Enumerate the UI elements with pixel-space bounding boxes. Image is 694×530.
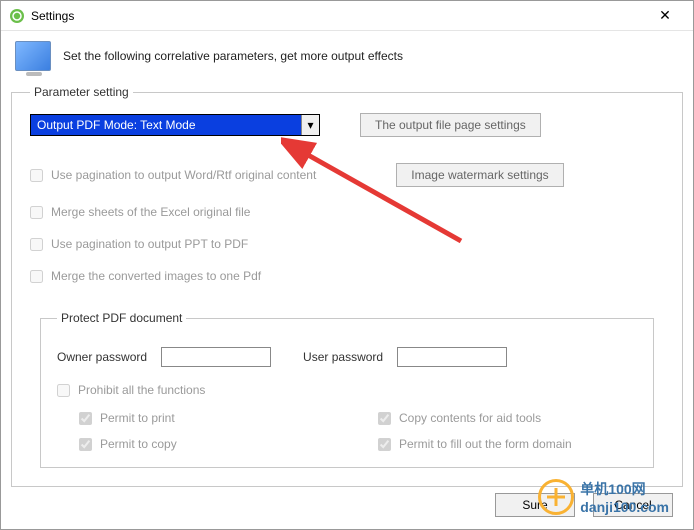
monitor-icon bbox=[15, 41, 51, 71]
owner-password-input[interactable] bbox=[161, 347, 271, 367]
user-password-label: User password bbox=[303, 350, 383, 364]
watermark-settings-button[interactable]: Image watermark settings bbox=[396, 163, 563, 187]
permit-print-label: Permit to print bbox=[100, 411, 175, 425]
chevron-down-icon: ▾ bbox=[301, 115, 319, 135]
prohibit-all-checkbox[interactable]: Prohibit all the functions bbox=[57, 383, 637, 397]
pagination-word-checkbox[interactable]: Use pagination to output Word/Rtf origin… bbox=[30, 168, 316, 182]
pagination-word-label: Use pagination to output Word/Rtf origin… bbox=[51, 168, 316, 182]
permit-form-label: Permit to fill out the form domain bbox=[399, 437, 572, 451]
permit-print-checkbox: Permit to print bbox=[79, 411, 338, 425]
header-description: Set the following correlative parameters… bbox=[63, 49, 403, 63]
pagination-ppt-label: Use pagination to output PPT to PDF bbox=[51, 237, 248, 251]
permit-form-checkbox: Permit to fill out the form domain bbox=[378, 437, 637, 451]
parameter-legend: Parameter setting bbox=[30, 85, 133, 99]
prohibit-all-label: Prohibit all the functions bbox=[78, 383, 205, 397]
app-icon bbox=[9, 8, 25, 24]
sure-button[interactable]: Sure bbox=[495, 493, 575, 517]
merge-excel-label: Merge sheets of the Excel original file bbox=[51, 205, 250, 219]
copy-aid-checkbox: Copy contents for aid tools bbox=[378, 411, 637, 425]
merge-images-checkbox[interactable]: Merge the converted images to one Pdf bbox=[30, 269, 664, 283]
permit-copy-label: Permit to copy bbox=[100, 437, 177, 451]
dropdown-selected: Output PDF Mode: Text Mode bbox=[31, 118, 301, 132]
merge-images-label: Merge the converted images to one Pdf bbox=[51, 269, 261, 283]
close-icon[interactable]: ✕ bbox=[645, 7, 685, 24]
copy-aid-label: Copy contents for aid tools bbox=[399, 411, 541, 425]
parameter-setting-group: Parameter setting Output PDF Mode: Text … bbox=[11, 85, 683, 487]
cancel-button[interactable]: Cancel bbox=[593, 493, 673, 517]
pagination-ppt-checkbox[interactable]: Use pagination to output PPT to PDF bbox=[30, 237, 664, 251]
output-pdf-mode-dropdown[interactable]: Output PDF Mode: Text Mode ▾ bbox=[30, 114, 320, 136]
protect-legend: Protect PDF document bbox=[57, 311, 186, 325]
permit-copy-checkbox: Permit to copy bbox=[79, 437, 338, 451]
protect-pdf-group: Protect PDF document Owner password User… bbox=[40, 311, 654, 468]
page-settings-button[interactable]: The output file page settings bbox=[360, 113, 541, 137]
window-title: Settings bbox=[31, 9, 645, 23]
user-password-input[interactable] bbox=[397, 347, 507, 367]
owner-password-label: Owner password bbox=[57, 350, 147, 364]
merge-excel-checkbox[interactable]: Merge sheets of the Excel original file bbox=[30, 205, 664, 219]
